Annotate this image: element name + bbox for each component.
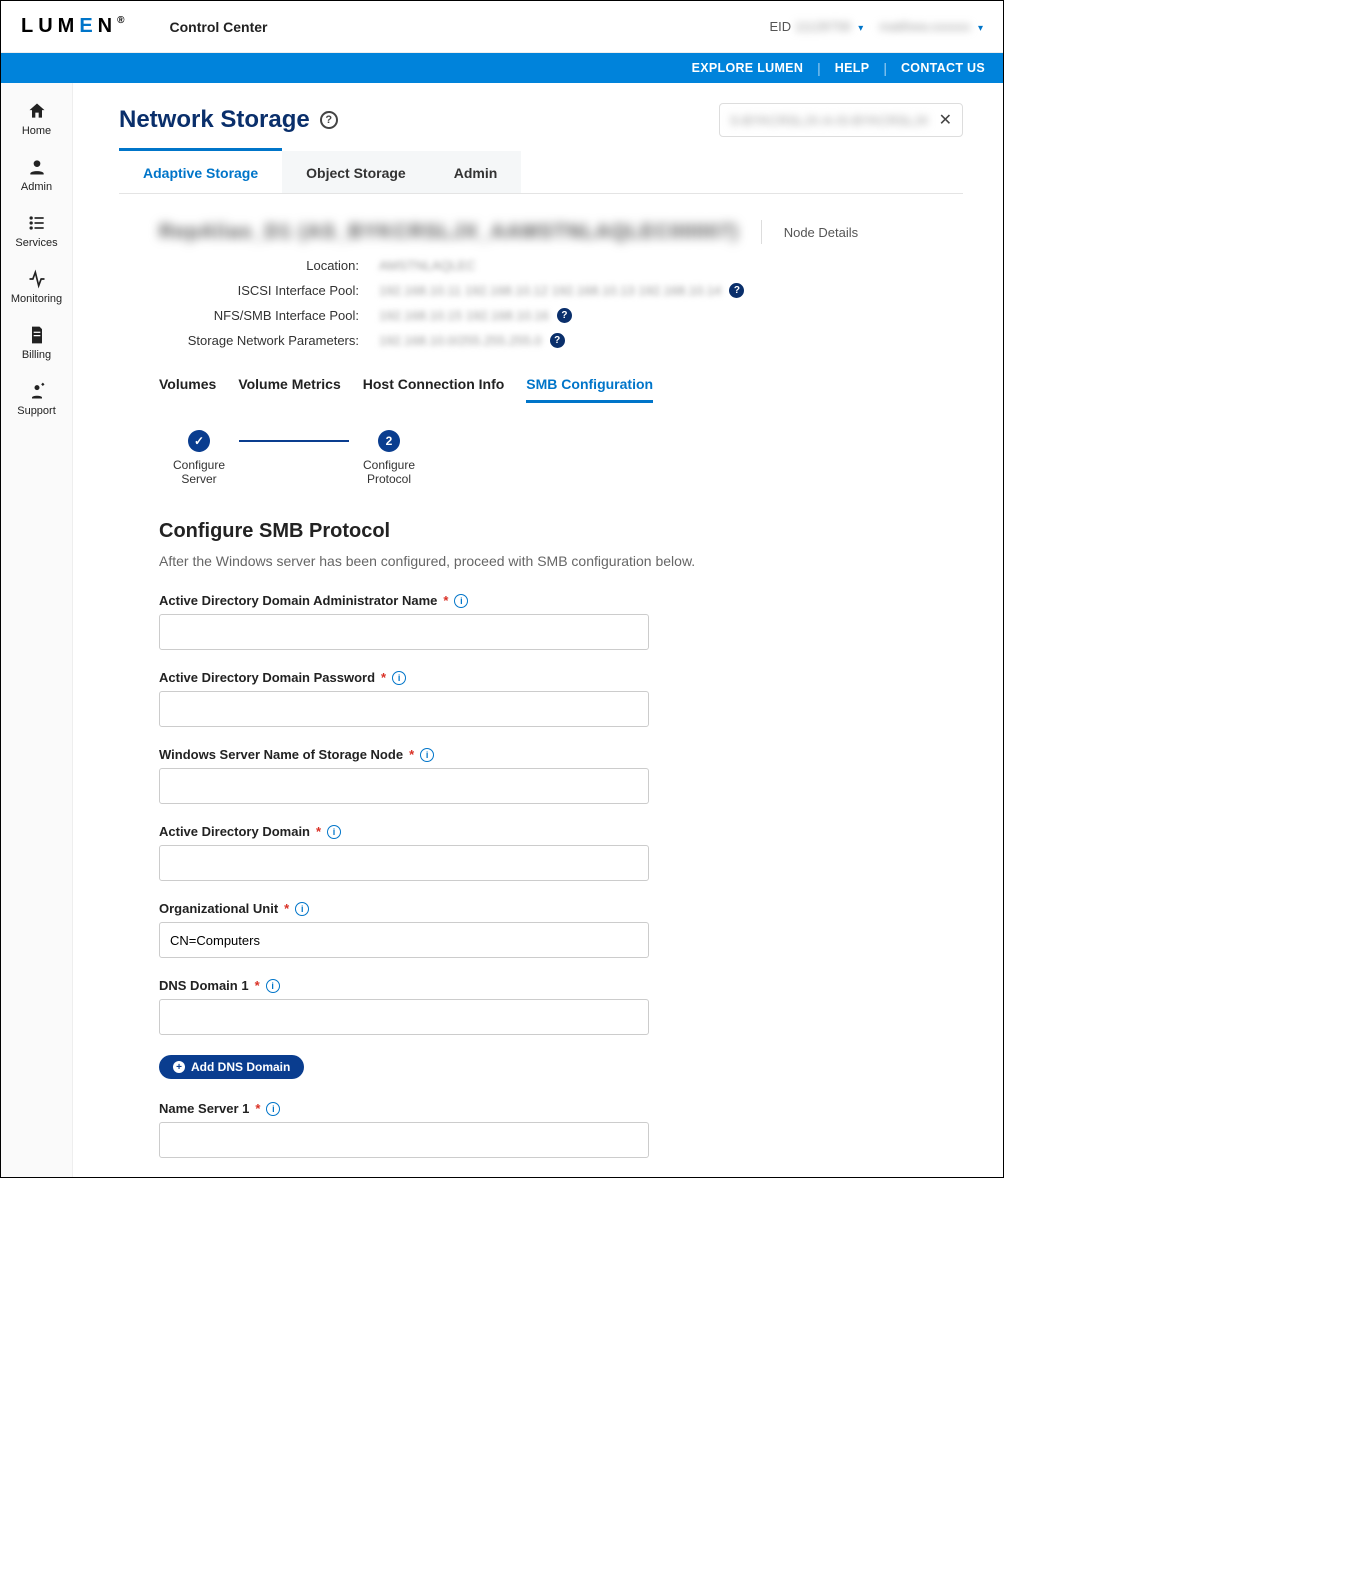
node-name: RepAlias_D1 (AS_BYKCRSLJX_AAMSTNLAQLEC00… [159, 221, 739, 244]
add-dns-domain-button[interactable]: +Add DNS Domain [159, 1055, 304, 1079]
sub-tabs: Volumes Volume Metrics Host Connection I… [159, 376, 963, 404]
info-icon[interactable]: ? [729, 283, 744, 298]
sidebar-item-home[interactable]: Home [1, 91, 72, 147]
main-tabs: Adaptive Storage Object Storage Admin [119, 151, 963, 194]
info-icon[interactable]: i [327, 825, 341, 839]
sidebar-item-services[interactable]: Services [1, 203, 72, 259]
explore-link[interactable]: EXPLORE LUMEN [692, 61, 804, 75]
user-menu[interactable]: matthew.xxxxxx ▾ [879, 19, 983, 34]
activity-icon [27, 269, 47, 289]
sidebar-item-billing[interactable]: Billing [1, 315, 72, 371]
node-details-grid: Location: AMSTNLAQLEC ISCSI Interface Po… [159, 258, 963, 348]
brand-logo: LUMEN® [21, 15, 130, 38]
ad-domain-input[interactable] [159, 845, 649, 881]
left-sidebar: Home Admin Services Monitoring Billing S… [1, 83, 73, 1177]
user-icon [27, 157, 47, 177]
info-icon[interactable]: i [266, 979, 280, 993]
plus-icon: + [173, 1061, 185, 1073]
info-icon[interactable]: i [266, 1102, 280, 1116]
step-configure-protocol: 2 Configure Protocol [349, 430, 429, 486]
check-icon: ✓ [188, 430, 210, 452]
info-icon[interactable]: i [392, 671, 406, 685]
form-description: After the Windows server has been config… [159, 553, 719, 569]
subtab-volume-metrics[interactable]: Volume Metrics [238, 376, 340, 403]
admin-name-input[interactable] [159, 614, 649, 650]
home-icon [27, 101, 47, 121]
document-icon [27, 325, 47, 345]
subtab-volumes[interactable]: Volumes [159, 376, 216, 403]
contact-link[interactable]: CONTACT US [901, 61, 985, 75]
subtab-smb-config[interactable]: SMB Configuration [526, 376, 653, 403]
eid-block[interactable]: EID 11128758 ▾ [769, 19, 863, 34]
context-chip: S-BYKCRSLJX-A-IS-BYKCRSLJX ✕ [719, 103, 963, 137]
admin-password-input[interactable] [159, 691, 649, 727]
dns-domain-input[interactable] [159, 999, 649, 1035]
close-icon[interactable]: ✕ [939, 110, 952, 130]
chevron-down-icon: ▾ [978, 23, 983, 34]
node-details-label: Node Details [784, 225, 858, 240]
info-icon[interactable]: i [420, 748, 434, 762]
support-icon [27, 381, 47, 401]
smb-form: Configure SMB Protocol After the Windows… [159, 520, 719, 1177]
utility-bar: EXPLORE LUMEN | HELP | CONTACT US [1, 53, 1003, 83]
chevron-down-icon: ▾ [858, 23, 863, 34]
help-icon[interactable]: ? [320, 111, 338, 129]
sidebar-item-support[interactable]: Support [1, 371, 72, 427]
header-right: EID 11128758 ▾ matthew.xxxxxx ▾ [769, 19, 983, 34]
info-icon[interactable]: i [295, 902, 309, 916]
name-server-input[interactable] [159, 1122, 649, 1158]
form-title: Configure SMB Protocol [159, 520, 719, 543]
app-title: Control Center [170, 19, 268, 35]
info-icon[interactable]: ? [550, 333, 565, 348]
tab-adaptive-storage[interactable]: Adaptive Storage [119, 148, 282, 193]
list-icon [27, 213, 47, 233]
page-title: Network Storage ? [119, 106, 338, 134]
stepper: ✓ Configure Server 2 Configure Protocol [159, 430, 963, 486]
info-icon[interactable]: i [454, 594, 468, 608]
windows-server-name-input[interactable] [159, 768, 649, 804]
info-icon[interactable]: ? [557, 308, 572, 323]
subtab-host-connection[interactable]: Host Connection Info [363, 376, 505, 403]
node-header: RepAlias_D1 (AS_BYKCRSLJX_AAMSTNLAQLEC00… [159, 220, 963, 244]
sidebar-item-monitoring[interactable]: Monitoring [1, 259, 72, 315]
top-header: LUMEN® Control Center EID 11128758 ▾ mat… [1, 1, 1003, 53]
sidebar-item-admin[interactable]: Admin [1, 147, 72, 203]
tab-admin[interactable]: Admin [430, 151, 522, 193]
step-configure-server: ✓ Configure Server [159, 430, 239, 486]
tab-object-storage[interactable]: Object Storage [282, 151, 430, 193]
help-link[interactable]: HELP [835, 61, 870, 75]
org-unit-input[interactable] [159, 922, 649, 958]
main-content: Network Storage ? S-BYKCRSLJX-A-IS-BYKCR… [73, 83, 1003, 1177]
